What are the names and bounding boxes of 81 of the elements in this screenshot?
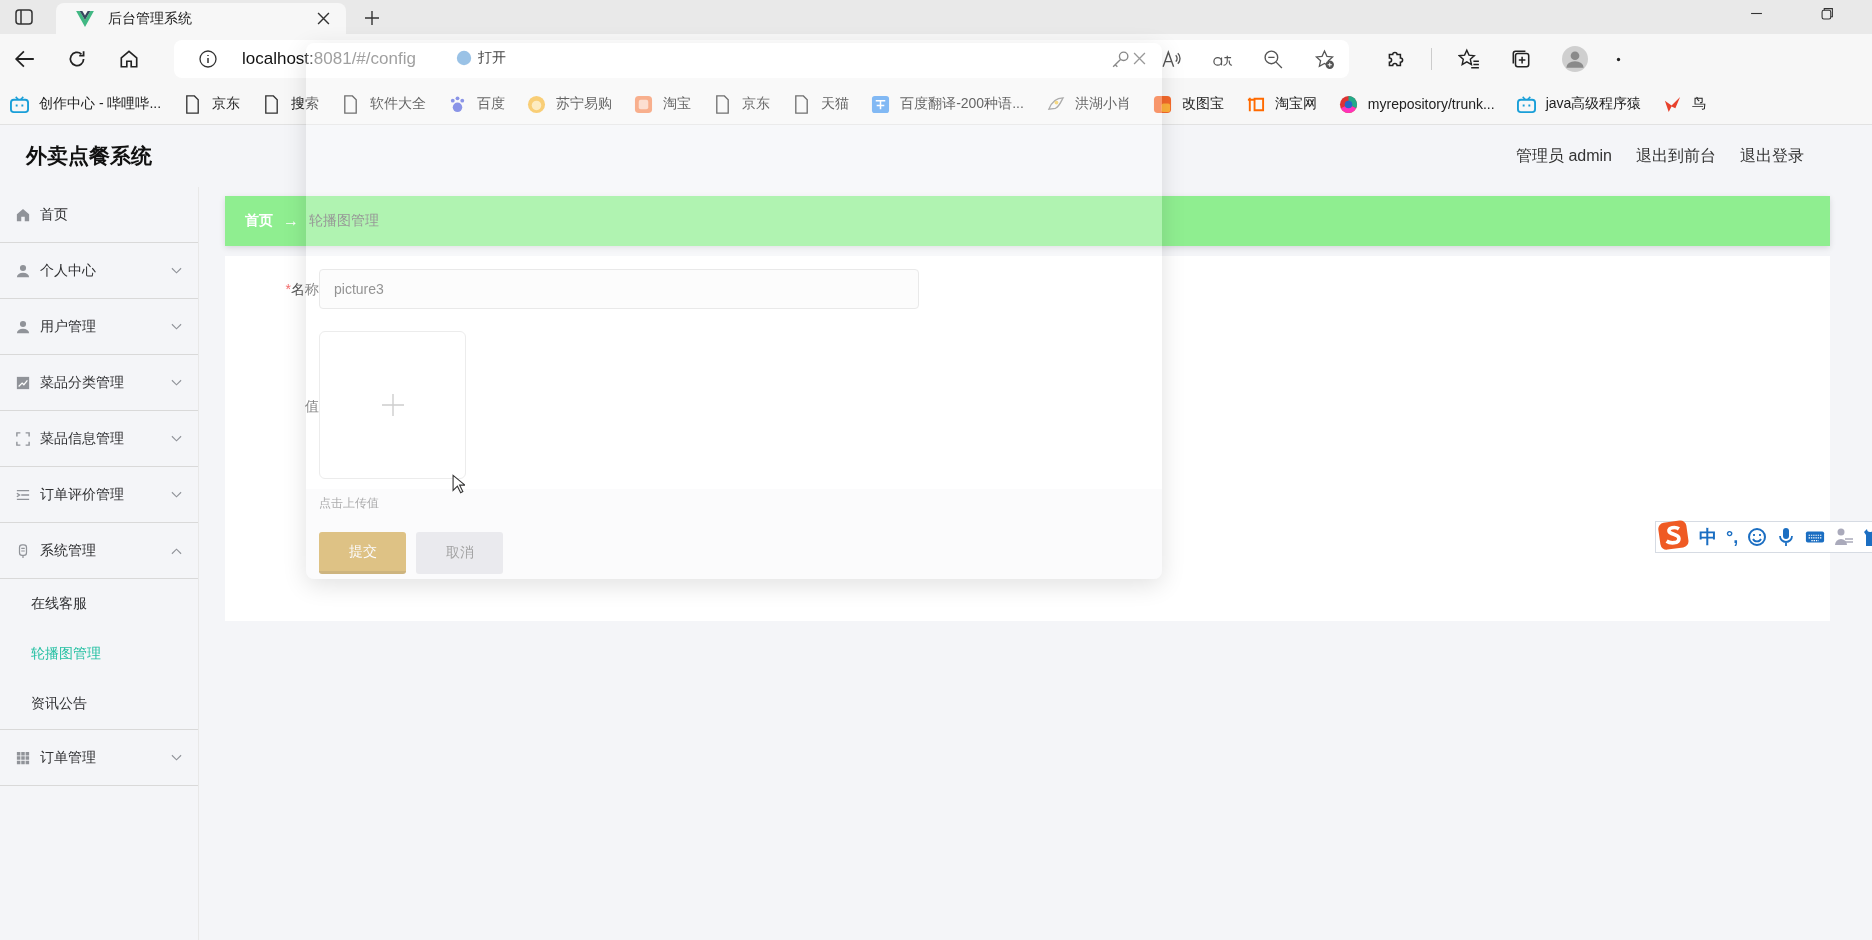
- bookmark[interactable]: 百度翻译-200种语...: [871, 94, 1024, 114]
- bookmark[interactable]: 洪湖小肖: [1045, 94, 1131, 114]
- bookmark[interactable]: 京东: [713, 94, 771, 114]
- field-label: *名称: [284, 280, 319, 299]
- zoom-out-icon[interactable]: [1263, 48, 1284, 70]
- sidebar-item[interactable]: 用户管理: [0, 299, 198, 355]
- app-title: 外卖点餐系统: [26, 143, 152, 169]
- browser-tab[interactable]: 后台管理系统: [56, 3, 346, 34]
- chevron-down-icon: [171, 753, 182, 762]
- info-icon: [198, 49, 218, 69]
- sidebar-subitem[interactable]: 资讯公告: [0, 679, 198, 730]
- plus-icon: [380, 393, 405, 417]
- arrow-separator: →: [283, 212, 299, 230]
- dialog-title: 打开: [478, 49, 506, 67]
- tab-actions-icon[interactable]: [14, 7, 34, 27]
- bookmark[interactable]: 软件大全: [341, 94, 427, 114]
- add-favorite-icon[interactable]: [1314, 48, 1335, 70]
- header-link[interactable]: 管理员 admin: [1515, 145, 1612, 167]
- sidebar-item[interactable]: 订单评价管理: [0, 467, 198, 523]
- header-link[interactable]: 退出到前台: [1636, 145, 1716, 167]
- sidebar-item[interactable]: 首页: [0, 187, 198, 243]
- list-icon: [16, 487, 30, 502]
- bookmark[interactable]: 苏宁易购: [527, 94, 613, 114]
- sidebar-item[interactable]: 菜品分类管理: [0, 355, 198, 411]
- bookmark[interactable]: 搜索: [262, 94, 320, 114]
- tv-icon: [1516, 94, 1536, 114]
- key-icon[interactable]: [1110, 48, 1131, 70]
- chart-icon: [16, 375, 30, 390]
- sidebar-subitem[interactable]: 在线客服: [0, 579, 198, 629]
- bookmark[interactable]: java高级程序猿: [1516, 94, 1642, 114]
- home-icon[interactable]: [118, 48, 140, 70]
- bookmark[interactable]: 鸟: [1663, 94, 1707, 114]
- grid-icon: [16, 750, 30, 765]
- collections-icon[interactable]: [1510, 48, 1532, 70]
- ime-button[interactable]: °,: [1726, 526, 1739, 548]
- home-icon: [16, 207, 30, 222]
- v-logo-icon: [76, 10, 94, 27]
- sidebar-item[interactable]: 订单管理: [0, 730, 198, 786]
- chevron-down-icon: [171, 378, 182, 387]
- header-link[interactable]: 退出登录: [1740, 145, 1804, 167]
- chevron-down-icon: [171, 266, 182, 275]
- person-icon: [16, 319, 30, 334]
- chevron-down-icon: [171, 434, 182, 443]
- bookmark[interactable]: myrepository/trunk...: [1338, 94, 1495, 114]
- ime-button[interactable]: 中: [1699, 525, 1717, 549]
- microphone-icon: [16, 543, 30, 558]
- bookmark[interactable]: 淘宝网: [1245, 94, 1317, 114]
- more-icon[interactable]: [1616, 56, 1621, 62]
- globe-icon: [456, 50, 472, 66]
- chevron-down-icon: [171, 490, 182, 499]
- favorites-icon[interactable]: [1458, 48, 1480, 70]
- bookmark[interactable]: 淘宝: [634, 94, 692, 114]
- translate-badge-icon: [871, 94, 891, 114]
- square-logo-icon: [1152, 94, 1172, 114]
- close-icon[interactable]: [317, 12, 330, 25]
- new-tab-icon[interactable]: [364, 10, 380, 26]
- restore-icon[interactable]: [1821, 7, 1834, 20]
- url-text: localhost:8081/#/config: [242, 49, 416, 69]
- chevron-up-icon: [171, 546, 182, 555]
- bookmark[interactable]: 改图宝: [1152, 94, 1224, 114]
- bookmark[interactable]: 创作中心 - 哔哩哔...: [10, 94, 162, 114]
- tv-icon: [10, 94, 29, 114]
- back-icon[interactable]: [14, 48, 36, 70]
- bookmark[interactable]: 天猫: [792, 94, 850, 114]
- upload-hint: 点击上传值: [319, 495, 380, 512]
- bookmark[interactable]: 百度: [448, 94, 506, 114]
- s-logo-icon[interactable]: [1658, 519, 1690, 551]
- chevron-down-icon: [171, 322, 182, 331]
- person-icon: [16, 263, 30, 278]
- sidebar-item[interactable]: 系统管理: [0, 523, 198, 579]
- sidebar-item[interactable]: 个人中心: [0, 243, 198, 299]
- sidebar-item[interactable]: 菜品信息管理: [0, 411, 198, 467]
- smiley-icon[interactable]: [1747, 527, 1768, 547]
- circle-logo-icon: [1338, 94, 1358, 114]
- avatar-icon[interactable]: [1562, 46, 1588, 72]
- bookmark[interactable]: 京东: [183, 94, 241, 114]
- field-label: 值: [304, 397, 319, 416]
- frame-icon: [16, 431, 30, 446]
- tab-title: 后台管理系统: [108, 9, 193, 28]
- read-aloud-icon[interactable]: [1161, 48, 1182, 70]
- mouse-cursor-icon: [452, 474, 465, 494]
